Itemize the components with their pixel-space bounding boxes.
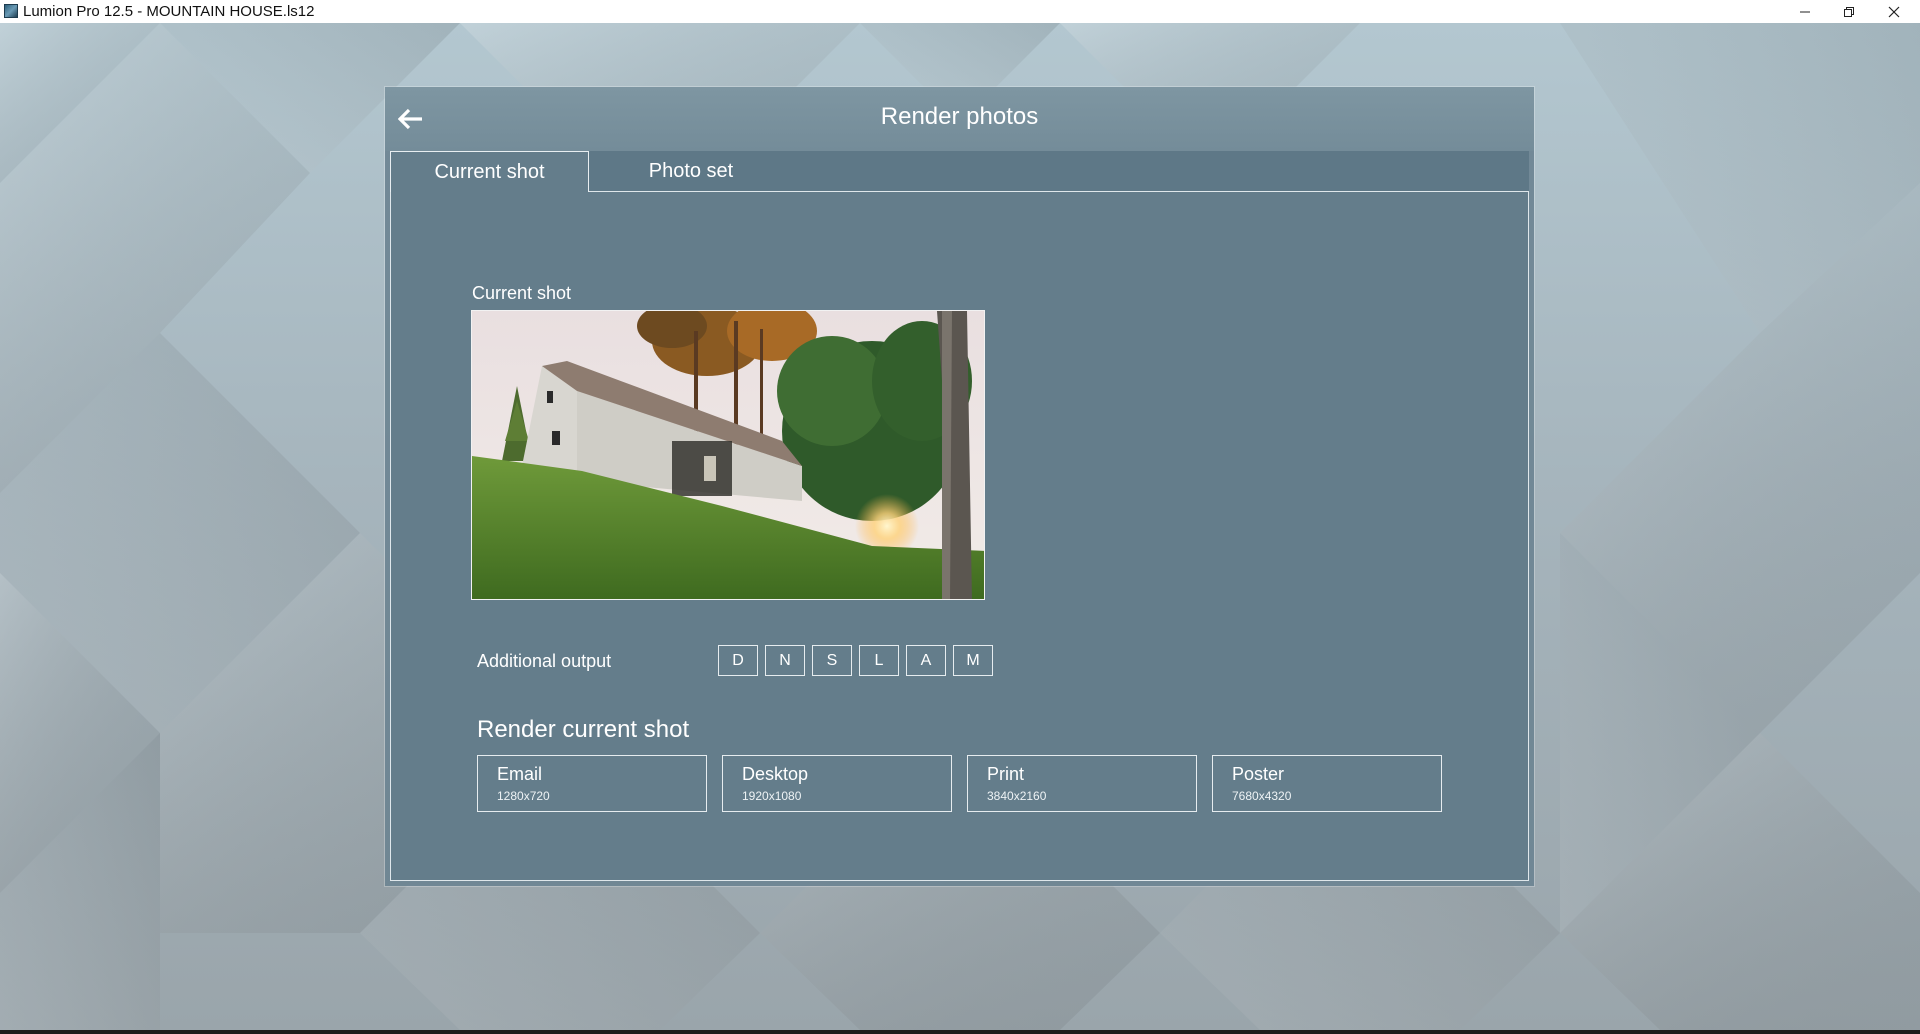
email-preset-button[interactable]: Email 1280x720 <box>477 755 707 812</box>
restore-button[interactable] <box>1827 0 1871 23</box>
dialog-header: Render photos <box>385 87 1534 151</box>
poster-preset-button[interactable]: Poster 7680x4320 <box>1212 755 1442 812</box>
taskbar-edge <box>0 1030 1920 1034</box>
preset-size: 7680x4320 <box>1232 789 1292 803</box>
tab-photo-set[interactable]: Photo set <box>589 151 793 191</box>
output-n-button[interactable]: N <box>765 645 805 676</box>
current-shot-label: Current shot <box>472 283 572 303</box>
close-button[interactable] <box>1872 0 1916 23</box>
output-d-button[interactable]: D <box>718 645 758 676</box>
output-s-button[interactable]: S <box>812 645 852 676</box>
output-m-button[interactable]: M <box>953 645 993 676</box>
tab-current-shot[interactable]: Current shot <box>390 151 589 192</box>
close-icon <box>1888 6 1900 17</box>
preset-name: Email <box>497 764 543 784</box>
preset-size: 1920x1080 <box>742 789 802 803</box>
minimize-icon <box>1800 11 1810 12</box>
preset-size: 1280x720 <box>497 789 550 803</box>
restore-icon <box>1844 6 1854 17</box>
render-current-shot-heading: Render current shot <box>477 716 690 743</box>
preset-size: 3840x2160 <box>987 789 1047 803</box>
preview-image <box>472 311 984 599</box>
desktop-preset-button[interactable]: Desktop 1920x1080 <box>722 755 952 812</box>
preset-name: Desktop <box>742 764 809 784</box>
output-l-button[interactable]: L <box>859 645 899 676</box>
dialog-title: Render photos <box>880 103 1039 130</box>
window-title: Lumion Pro 12.5 - MOUNTAIN HOUSE.ls12 <box>23 3 315 20</box>
lumion-app-icon <box>4 4 18 18</box>
preset-name: Print <box>987 764 1025 784</box>
current-shot-preview[interactable] <box>471 310 985 600</box>
output-a-button[interactable]: A <box>906 645 946 676</box>
window-title-bar: Lumion Pro 12.5 - MOUNTAIN HOUSE.ls12 <box>0 0 1920 23</box>
preset-name: Poster <box>1232 764 1285 784</box>
print-preset-button[interactable]: Print 3840x2160 <box>967 755 1197 812</box>
minimize-button[interactable] <box>1783 0 1827 23</box>
additional-output-label: Additional output <box>477 651 612 671</box>
tab-bar: Current shot Photo set <box>390 151 1529 192</box>
